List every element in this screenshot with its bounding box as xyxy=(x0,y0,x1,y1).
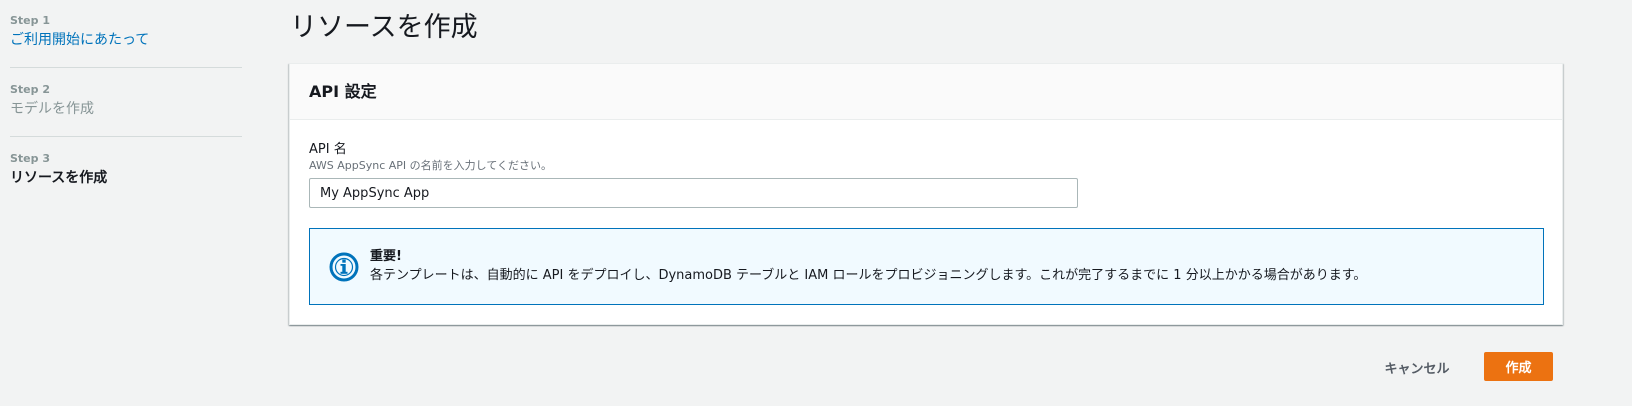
alert-title: 重要! xyxy=(370,248,402,264)
wizard-step-2: Step 2 モデルを作成 xyxy=(10,82,242,136)
panel-body: API 名 AWS AppSync API の名前を入力してください。 重要! … xyxy=(290,120,1562,305)
step-number: Step 2 xyxy=(10,83,50,96)
api-name-description: AWS AppSync API の名前を入力してください。 xyxy=(309,159,553,172)
panel-header: API 設定 xyxy=(290,64,1562,120)
step-title: モデルを作成 xyxy=(10,101,94,117)
alert-body: 各テンプレートは、自動的に API をデプロイし、DynamoDB テーブルと … xyxy=(370,267,1367,283)
info-alert: 重要! 各テンプレートは、自動的に API をデプロイし、DynamoDB テー… xyxy=(309,228,1544,305)
info-icon xyxy=(329,252,359,282)
panel-heading: API 設定 xyxy=(309,81,377,101)
cancel-button[interactable]: キャンセル xyxy=(1372,353,1462,381)
step-title-link[interactable]: ご利用開始にあたって xyxy=(10,30,242,50)
step-number: Step 3 xyxy=(10,152,50,165)
divider xyxy=(10,67,242,68)
api-settings-panel: API 設定 API 名 AWS AppSync API の名前を入力してくださ… xyxy=(289,63,1563,325)
api-name-label: API 名 xyxy=(309,142,347,157)
step-title-current: リソースを作成 xyxy=(10,170,108,186)
divider xyxy=(10,136,242,137)
step-number: Step 1 xyxy=(10,14,50,27)
page-title: リソースを作成 xyxy=(290,12,478,43)
create-button[interactable]: 作成 xyxy=(1484,352,1553,381)
wizard-step-1[interactable]: Step 1 ご利用開始にあたって xyxy=(10,13,242,67)
wizard-step-3-current: Step 3 リソースを作成 xyxy=(10,151,242,205)
wizard-navigation: Step 1 ご利用開始にあたって Step 2 モデルを作成 Step 3 リ… xyxy=(10,10,242,205)
api-name-input[interactable] xyxy=(309,178,1078,208)
alert-content: 重要! 各テンプレートは、自動的に API をデプロイし、DynamoDB テー… xyxy=(370,248,1366,286)
